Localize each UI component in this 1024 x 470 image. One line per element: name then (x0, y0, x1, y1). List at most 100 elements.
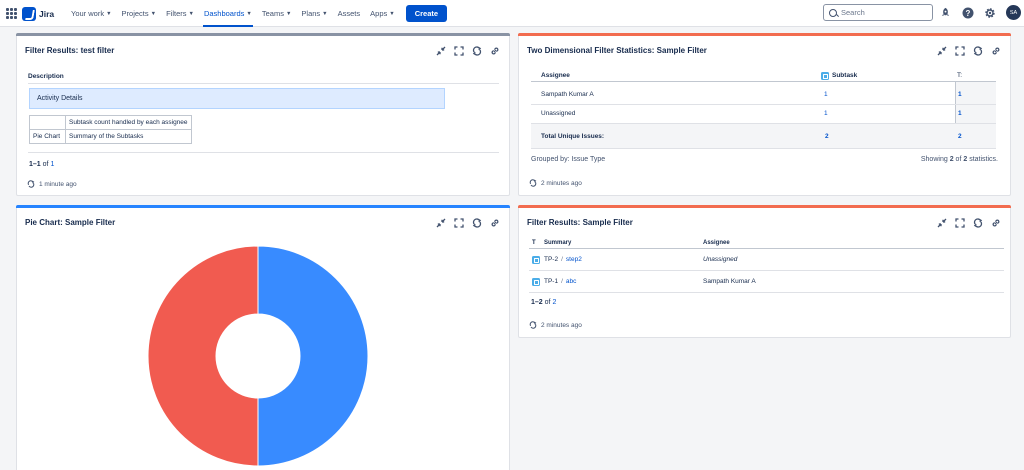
nav-label: Apps (370, 9, 388, 18)
nav-label: Projects (121, 9, 149, 18)
search-placeholder: Search (841, 8, 865, 17)
total-label: Total Unique Issues: (541, 132, 605, 140)
nav-dashboards[interactable]: Dashboards ▼ (199, 0, 257, 27)
gadget-two-dimensional-filter-statistics: Two Dimensional Filter Statistics: Sampl… (518, 33, 1011, 196)
gadget-toolbar (435, 217, 500, 228)
nav-assets[interactable]: Assets (333, 0, 366, 27)
results-total-link[interactable]: 2 (552, 299, 556, 306)
chevron-down-icon: ▼ (389, 10, 395, 17)
jira-logo[interactable]: Jira (22, 6, 54, 21)
column-header-description: Description (28, 73, 64, 80)
total-count-link[interactable]: 1 (958, 84, 962, 104)
nav-projects[interactable]: Projects ▼ (117, 0, 162, 27)
maximize-icon[interactable] (954, 217, 965, 228)
link-icon[interactable] (489, 217, 500, 228)
total-row: Total Unique Issues: 2 2 (531, 124, 996, 149)
maximize-icon[interactable] (453, 217, 464, 228)
updated-text: 1 minute ago (39, 180, 77, 188)
nav-your-work[interactable]: Your work ▼ (66, 0, 117, 27)
table-cell-value: Subtask count handled by each assignee (65, 115, 192, 130)
minimize-icon[interactable] (435, 217, 446, 228)
last-updated: 2 minutes ago (529, 321, 582, 329)
chevron-down-icon: ▼ (246, 10, 252, 17)
maximize-icon[interactable] (954, 45, 965, 56)
updated-text: 2 minutes ago (541, 179, 582, 187)
results-of: of (42, 161, 49, 168)
link-icon[interactable] (990, 45, 1001, 56)
app-switcher-icon[interactable] (6, 8, 17, 19)
divider (28, 152, 499, 153)
assignee-name: Unassigned (541, 109, 576, 117)
table-cell-value: Summary of the Subtasks (65, 129, 192, 144)
gadget-title: Pie Chart: Sample Filter (25, 218, 116, 227)
showing-statistics: Showing 2 of 2 statistics. (921, 156, 998, 163)
link-icon[interactable] (990, 217, 1001, 228)
chevron-down-icon: ▼ (322, 10, 328, 17)
nav-filters[interactable]: Filters ▼ (161, 0, 199, 27)
gadget-toolbar (435, 45, 500, 56)
minimize-icon[interactable] (435, 45, 446, 56)
table-row: Subtask count handled by each assignee (29, 115, 192, 130)
total-total-link[interactable]: 2 (958, 124, 962, 148)
settings-gear-icon[interactable] (983, 6, 996, 19)
total-subtask-link[interactable]: 2 (825, 124, 829, 148)
nav-label: Dashboards (203, 9, 245, 18)
table-cell-label: Pie Chart (29, 129, 66, 144)
issue-summary-link[interactable]: abc (566, 278, 576, 285)
assignee-name: Unassigned (703, 256, 738, 263)
showing-prefix: Showing (920, 156, 948, 163)
total-count-link[interactable]: 1 (958, 103, 962, 123)
refresh-icon[interactable] (471, 45, 482, 56)
assignee-name: Sampath Kumar A (703, 278, 756, 285)
search-input[interactable]: Search (823, 4, 933, 21)
header-summary: Summary (544, 239, 572, 246)
gadget-filter-results-sample-filter: Filter Results: Sample Filter T Summary … (518, 205, 1011, 338)
subtask-count-link[interactable]: 1 (824, 103, 828, 123)
subtask-icon (821, 71, 829, 80)
issue-summary-link[interactable]: step2 (566, 256, 582, 263)
refresh-icon[interactable] (972, 45, 983, 56)
table-header-row: Assignee Subtask T: (531, 70, 996, 82)
refresh-icon[interactable] (471, 217, 482, 228)
gadget-title: Two Dimensional Filter Statistics: Sampl… (527, 46, 707, 55)
assignee-name: Sampath Kumar A (541, 90, 594, 98)
notifications-rocket-icon[interactable] (939, 6, 952, 19)
refresh-small-icon[interactable] (529, 179, 537, 187)
link-icon[interactable] (489, 45, 500, 56)
pie-slice-1[interactable] (147, 245, 259, 467)
header-subtask: Subtask (821, 70, 857, 81)
maximize-icon[interactable] (453, 45, 464, 56)
minimize-icon[interactable] (936, 45, 947, 56)
help-icon[interactable]: ? (961, 6, 974, 19)
nav-plans[interactable]: Plans ▼ (296, 0, 332, 27)
results-count: 1–1 of 1 (29, 161, 54, 168)
subtask-icon (532, 249, 543, 270)
table-row: TP-1 / abc Sampath Kumar A (529, 271, 1004, 293)
gadget-toolbar (936, 217, 1001, 228)
separator: / (561, 256, 563, 263)
nav-apps[interactable]: Apps ▼ (365, 0, 400, 27)
primary-nav: Your work ▼ Projects ▼ Filters ▼ Dashboards… (66, 0, 448, 27)
nav-label: Assets (337, 9, 361, 18)
refresh-small-icon[interactable] (529, 321, 537, 329)
header-type: T (532, 239, 536, 246)
create-button[interactable]: Create (405, 5, 448, 22)
issue-key-link[interactable]: TP-2 (544, 256, 558, 263)
grouped-by: Grouped by: Issue Type (531, 156, 606, 163)
issue-key-link[interactable]: TP-1 (544, 278, 558, 285)
pie-slice-0[interactable] (257, 245, 369, 467)
header-total: T: (957, 72, 963, 79)
minimize-icon[interactable] (936, 217, 947, 228)
separator: / (561, 278, 563, 285)
gadget-accent-bar (518, 33, 1011, 36)
subtask-count-link[interactable]: 1 (824, 84, 828, 104)
avatar[interactable]: SA (1006, 5, 1021, 20)
table-row: Unassigned 1 1 (531, 103, 996, 124)
results-total-link[interactable]: 1 (50, 161, 54, 168)
nav-label: Teams (261, 9, 284, 18)
gadget-title: Filter Results: Sample Filter (527, 218, 633, 227)
nav-teams[interactable]: Teams ▼ (257, 0, 297, 27)
refresh-icon[interactable] (972, 217, 983, 228)
search-icon (829, 8, 837, 17)
refresh-small-icon[interactable] (27, 180, 35, 188)
